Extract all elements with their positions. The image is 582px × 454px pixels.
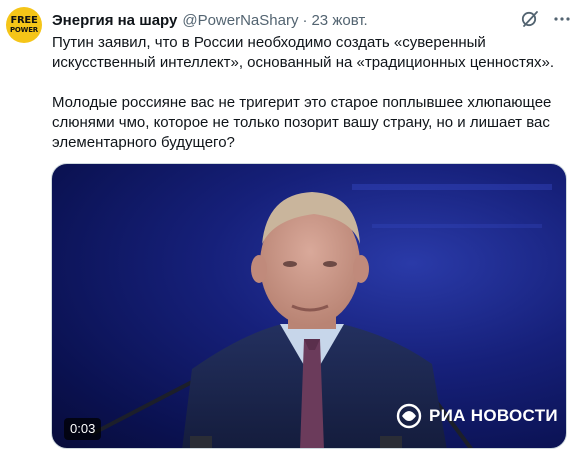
video-time: 0:03	[64, 418, 102, 440]
avatar-text-bottom: POWER	[10, 25, 38, 34]
ria-novosti-watermark: РИА НОВОСТИ	[396, 403, 558, 429]
separator: ·	[302, 11, 308, 29]
more-icon[interactable]	[552, 9, 572, 29]
video-player[interactable]: РИА НОВОСТИ 0:03	[51, 163, 567, 449]
tweet[interactable]: FREE POWER Энергия на шару @PowerNaShary…	[0, 0, 582, 454]
watermark-text: РИА НОВОСТИ	[429, 406, 558, 425]
tweet-text-line: слюнями чмо, которое не только позорит в…	[52, 114, 550, 131]
grok-icon[interactable]	[520, 9, 540, 29]
author-handle[interactable]: @PowerNaShary	[182, 12, 298, 29]
tweet-text-line: искусственный интеллект», основанный на …	[52, 54, 555, 71]
avatar-text-top: FREE	[10, 14, 38, 26]
tweet-header: Энергия на шару @PowerNaShary · 23 жовт.	[52, 10, 368, 30]
ria-logo-icon	[396, 403, 422, 429]
tweet-date[interactable]: 23 жовт.	[311, 12, 367, 29]
tweet-text-paragraph-1: Путин заявил, что в России необходимо со…	[52, 33, 572, 73]
avatar[interactable]: FREE POWER	[6, 7, 42, 43]
tweet-text-line: Молодые россияне вас не тригерит это ста…	[52, 94, 552, 111]
tweet-text-paragraph-2: Молодые россияне вас не тригерит это ста…	[52, 93, 572, 153]
author-name[interactable]: Энергия на шару	[52, 12, 177, 29]
tweet-text-line: элементарного будущего?	[52, 134, 235, 151]
tweet-text-line: Путин заявил, что в России необходимо со…	[52, 34, 486, 51]
